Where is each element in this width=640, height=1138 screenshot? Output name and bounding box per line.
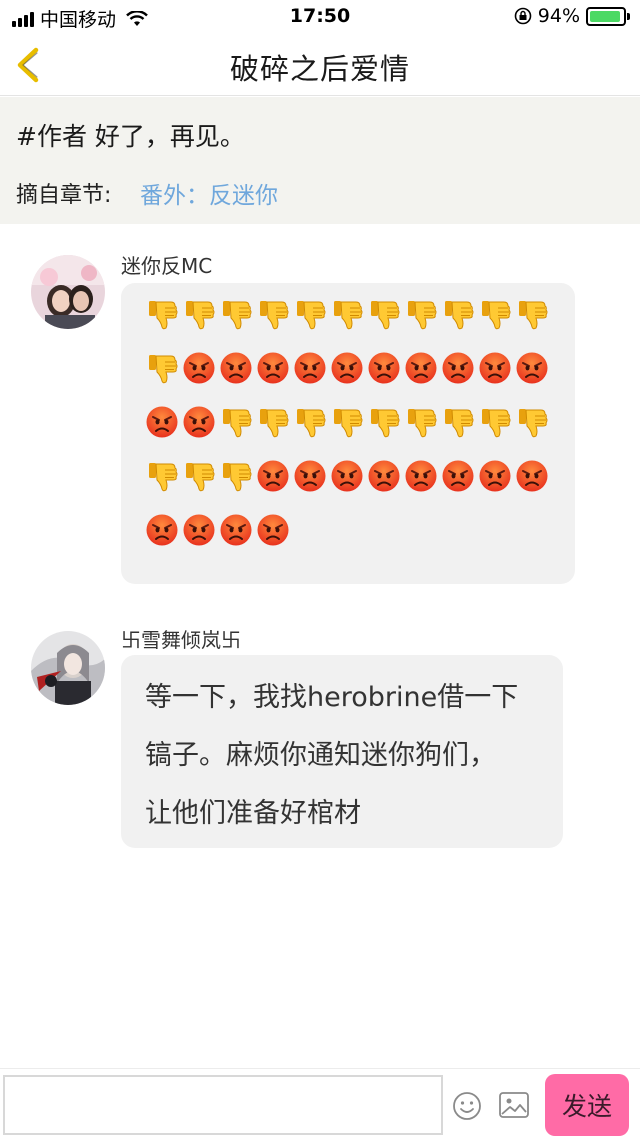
battery-icon <box>586 6 630 26</box>
input-bar: 发送 <box>0 1068 640 1138</box>
angry-face-emoji <box>479 460 511 492</box>
thumbs-down-emoji <box>334 409 363 438</box>
angry-face-emoji <box>146 406 178 438</box>
thumbs-down-emoji <box>149 463 178 492</box>
angry-face-emoji <box>442 352 474 384</box>
chapter-link[interactable]: 番外：反迷你 <box>140 176 278 210</box>
status-right: 94% <box>514 5 630 27</box>
angry-face-emoji <box>257 352 289 384</box>
image-icon[interactable] <box>498 1090 530 1120</box>
quote-panel: #作者 好了，再见。 摘自章节: 番外：反迷你 <box>0 97 640 224</box>
page-title: 破碎之后爱情 <box>229 52 410 86</box>
quote-text: #作者 好了，再见。 <box>16 122 245 151</box>
angry-face-emoji <box>479 352 511 384</box>
thumbs-down-emoji <box>297 301 326 330</box>
thumbs-down-emoji <box>408 409 437 438</box>
comment-bubble <box>121 283 575 584</box>
emoji-grid <box>145 297 565 547</box>
comment-username[interactable]: 卐雪舞倾岚卐 <box>121 624 241 653</box>
thumbs-down-emoji <box>223 301 252 330</box>
thumbs-down-emoji <box>186 463 215 492</box>
thumbs-down-emoji <box>297 409 326 438</box>
angry-face-emoji <box>183 352 215 384</box>
comment-text-line: 镐子。麻烦你通知迷你狗们， <box>145 740 496 771</box>
avatar[interactable] <box>31 631 105 705</box>
thumbs-down-emoji <box>519 409 548 438</box>
angry-face-emoji <box>368 352 400 384</box>
angry-face-emoji <box>442 460 474 492</box>
thumbs-down-emoji <box>223 463 252 492</box>
thumbs-down-emoji <box>260 409 289 438</box>
rotation-lock-icon <box>514 7 532 25</box>
angry-face-emoji <box>368 460 400 492</box>
angry-face-emoji <box>294 460 326 492</box>
angry-face-emoji <box>405 460 437 492</box>
angry-face-emoji <box>146 514 178 546</box>
angry-face-emoji <box>183 514 215 546</box>
angry-face-emoji <box>294 352 326 384</box>
thumbs-down-emoji <box>482 301 511 330</box>
smiley-icon[interactable] <box>451 1090 483 1122</box>
thumbs-down-emoji <box>149 355 178 384</box>
angry-face-emoji <box>183 406 215 438</box>
thumbs-down-emoji <box>371 301 400 330</box>
battery-percent: 94% <box>537 5 580 27</box>
comment-text-line: 等一下，我找herobrine借一下 <box>145 682 519 713</box>
thumbs-down-emoji <box>519 301 548 330</box>
comment-bubble: 等一下，我找herobrine借一下 镐子。麻烦你通知迷你狗们， 让他们准备好棺… <box>121 655 563 848</box>
status-bar: 中国移动 17:50 94% <box>0 0 640 34</box>
angry-face-emoji <box>257 514 289 546</box>
thumbs-down-emoji <box>482 409 511 438</box>
thumbs-down-emoji <box>445 301 474 330</box>
thumbs-down-emoji <box>186 301 215 330</box>
angry-face-emoji <box>331 352 363 384</box>
thumbs-down-emoji <box>371 409 400 438</box>
angry-face-emoji <box>257 460 289 492</box>
send-button[interactable]: 发送 <box>545 1074 629 1136</box>
thumbs-down-emoji <box>445 409 474 438</box>
screen: 中国移动 17:50 94% 破碎之后爱情 #作者 好了，再见。 摘自章节: 番… <box>0 0 640 1138</box>
angry-face-emoji <box>516 352 548 384</box>
avatar[interactable] <box>31 255 105 329</box>
comment-text-line: 让他们准备好棺材 <box>145 798 361 829</box>
comment-input[interactable] <box>3 1075 443 1135</box>
angry-face-emoji <box>331 460 363 492</box>
angry-face-emoji <box>220 352 252 384</box>
comment-username[interactable]: 迷你反MC <box>121 250 212 279</box>
nav-bar: 破碎之后爱情 <box>0 34 640 96</box>
thumbs-down-emoji <box>260 301 289 330</box>
angry-face-emoji <box>220 514 252 546</box>
battery-level <box>590 10 621 22</box>
thumbs-down-emoji <box>408 301 437 330</box>
angry-face-emoji <box>516 460 548 492</box>
thumbs-down-emoji <box>223 409 252 438</box>
comment-text: 等一下，我找herobrine借一下 镐子。麻烦你通知迷你狗们， 让他们准备好棺… <box>145 669 545 843</box>
angry-face-emoji <box>405 352 437 384</box>
thumbs-down-emoji <box>334 301 363 330</box>
chapter-label: 摘自章节: <box>16 183 112 208</box>
thumbs-down-emoji <box>149 301 178 330</box>
